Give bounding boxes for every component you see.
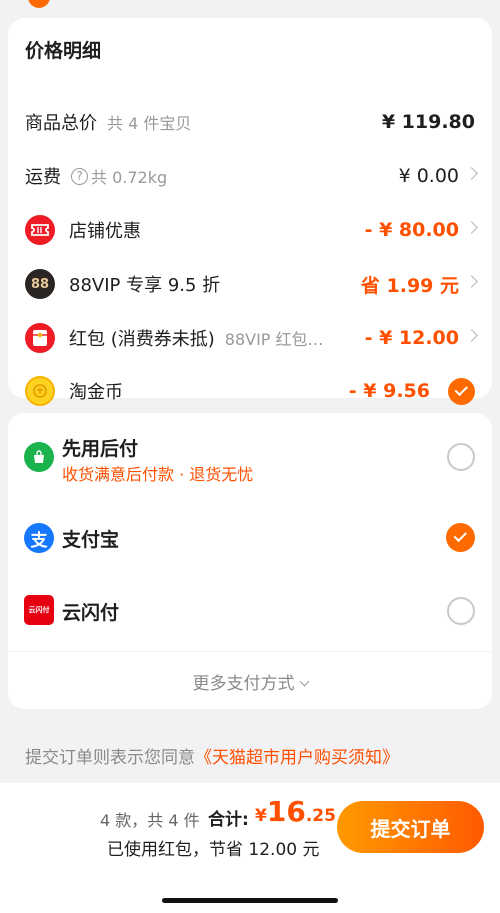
price-detail-title: 价格明细 [25,40,102,62]
chevron-right-icon [465,221,478,234]
item-count: 4 款，共 4 件 [100,811,200,830]
goods-count: 共 4 件宝贝 [107,114,192,133]
pay-later-label: 先用后付 [62,438,139,460]
total-decimal: .25 [305,806,336,826]
agreement-prefix: 提交订单则表示您同意 [25,748,195,768]
agreement-text: 提交订单则表示您同意《天猫超市用户购买须知》 [25,743,399,768]
home-indicator [162,898,338,903]
taojinbi-row[interactable]: 淘金币 - ¥ 9.56 [8,371,492,411]
help-icon[interactable]: ? [71,167,88,185]
taojinbi-value: - ¥ 9.56 [348,380,430,402]
goods-total-row: 商品总价 共 4 件宝贝 ¥ 119.80 [8,102,492,142]
goods-total-value: ¥ 119.80 [381,111,475,133]
chevron-down-icon [299,676,309,687]
shipping-weight: 共 0.72kg [91,168,168,187]
unionpay-icon: 云闪付 [24,595,54,625]
88vip-icon: 88 [25,269,55,299]
chevron-right-icon [465,167,478,180]
pay-later-radio[interactable] [447,443,475,471]
shop-discount-row[interactable]: 店铺优惠 - ¥ 80.00 [8,210,492,250]
taojinbi-label: 淘金币 [69,382,123,403]
total-amount: ¥16.25 [255,795,336,828]
total-integer: 16 [266,795,306,828]
chevron-right-icon [465,329,478,342]
more-payment-label: 更多支付方式 [192,674,295,694]
shop-discount-label: 店铺优惠 [69,221,141,242]
checkout-bar: 4 款，共 4 件 合计: ¥16.25 已使用红包，节省 12.00 元 提交… [0,783,500,913]
red-packet-value: - ¥ 12.00 [364,327,459,349]
pay-later-icon [24,442,54,472]
alipay-radio-selected[interactable] [446,523,475,552]
divider [8,651,492,652]
top-edge-indicator [28,0,50,8]
pay-option-unionpay[interactable]: 云闪付 云闪付 [8,571,492,651]
alipay-label: 支付宝 [62,529,120,551]
unionpay-radio[interactable] [447,597,475,625]
taojinbi-checkbox[interactable] [448,378,475,405]
total-label: 合计: [208,810,249,830]
pay-option-pay-later[interactable]: 先用后付 收货满意后付款 · 退货无忧 [8,413,492,503]
unionpay-label: 云闪付 [62,602,120,624]
shipping-value: ¥ 0.00 [398,165,459,187]
gold-coin-icon [25,376,55,406]
vip-discount-label: 88VIP 专享 9.5 折 [69,275,221,296]
coupon-icon [25,215,55,245]
total-currency: ¥ [255,806,267,826]
red-packet-label: 红包 (消费券未抵) [69,329,215,350]
shop-discount-value: - ¥ 80.00 [364,219,459,241]
alipay-icon: 支 [24,523,54,553]
red-packet-icon [25,323,55,353]
payment-methods-card: 先用后付 收货满意后付款 · 退货无忧 支 支付宝 云闪付 云闪付 更多支付方式 [8,413,492,709]
shipping-label: 运费 [25,167,61,188]
vip-discount-row[interactable]: 88 88VIP 专享 9.5 折 省 1.99 元 [8,264,492,304]
pay-option-alipay[interactable]: 支 支付宝 [8,503,492,571]
vip-discount-value: 省 1.99 元 [360,274,459,297]
submit-order-button[interactable]: 提交订单 [337,801,484,853]
saving-text: 已使用红包，节省 12.00 元 [107,840,320,860]
more-payment-methods[interactable]: 更多支付方式 [8,669,492,694]
price-detail-card: 价格明细 商品总价 共 4 件宝贝 ¥ 119.80 运费 ? 共 0.72kg… [8,18,492,406]
shipping-row[interactable]: 运费 ? 共 0.72kg ¥ 0.00 [8,156,492,196]
goods-total-label: 商品总价 [25,113,97,134]
pay-later-subtitle: 收货满意后付款 · 退货无忧 [62,465,254,484]
agreement-link[interactable]: 《天猫超市用户购买须知》 [195,748,399,768]
red-packet-row[interactable]: 红包 (消费券未抵) 88VIP 红包… - ¥ 12.00 [8,318,492,358]
red-packet-note: 88VIP 红包… [224,330,324,349]
chevron-right-icon [465,275,478,288]
